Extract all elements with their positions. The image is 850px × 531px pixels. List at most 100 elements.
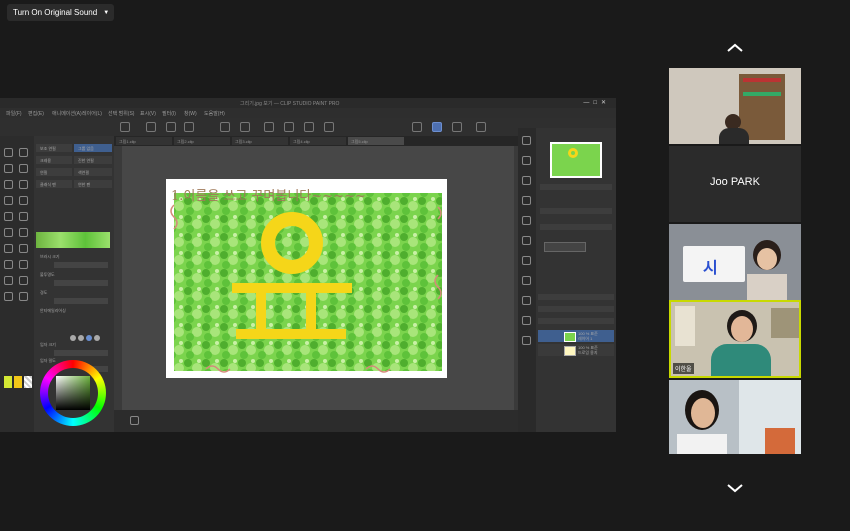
subtool-item[interactable]: 진한 연필 bbox=[74, 156, 112, 164]
history-icon[interactable] bbox=[522, 196, 531, 205]
transform-icon[interactable] bbox=[304, 122, 314, 132]
menu-item[interactable]: 도움말(H) bbox=[204, 110, 225, 117]
brush-icon[interactable] bbox=[412, 122, 422, 132]
hand-icon[interactable] bbox=[19, 148, 28, 157]
navigator-zoom-row[interactable] bbox=[540, 184, 612, 190]
participant-video-tile[interactable] bbox=[669, 380, 801, 454]
layer-toolbar[interactable] bbox=[538, 318, 614, 324]
effect-dropdown[interactable] bbox=[544, 242, 586, 252]
participant-video-tile[interactable]: 시 bbox=[669, 224, 801, 300]
setting-slider[interactable] bbox=[54, 262, 108, 268]
document-tab[interactable]: 그림4.clip bbox=[290, 137, 346, 145]
figure-icon[interactable] bbox=[19, 244, 28, 253]
operation-icon[interactable] bbox=[4, 164, 13, 173]
brush-tool-icon[interactable] bbox=[4, 212, 13, 221]
text-icon[interactable] bbox=[4, 276, 13, 285]
open-file-icon[interactable] bbox=[166, 122, 176, 132]
layer-property-row[interactable] bbox=[540, 224, 612, 230]
canvas-bottom-bar bbox=[114, 410, 518, 432]
pen-icon[interactable] bbox=[432, 122, 442, 132]
balloon-icon[interactable] bbox=[19, 276, 28, 285]
antialias-dots[interactable] bbox=[70, 328, 110, 341]
setting-slider[interactable] bbox=[54, 350, 108, 356]
color-square[interactable] bbox=[56, 376, 90, 410]
subtool-item[interactable]: 보조 연필 bbox=[36, 144, 72, 152]
auto-action-icon[interactable] bbox=[522, 276, 531, 285]
eraser-icon[interactable] bbox=[452, 122, 462, 132]
chevron-up-icon[interactable] bbox=[727, 40, 743, 52]
snap-icon[interactable] bbox=[476, 122, 486, 132]
drawing-artwork bbox=[170, 193, 442, 373]
subtool-item[interactable]: 연한 펜 bbox=[74, 180, 112, 188]
fill-tool-icon[interactable] bbox=[19, 228, 28, 237]
setting-slider[interactable] bbox=[54, 298, 108, 304]
original-sound-button[interactable]: Turn On Original Sound ▼ bbox=[7, 4, 115, 21]
eyedropper-icon[interactable] bbox=[19, 180, 28, 189]
menu-item[interactable]: 표시(V) bbox=[140, 110, 156, 117]
item-bank-icon[interactable] bbox=[522, 256, 531, 265]
layer-toolbar[interactable] bbox=[538, 294, 614, 300]
airbrush-icon[interactable] bbox=[19, 212, 28, 221]
blend-icon[interactable] bbox=[19, 292, 28, 301]
material-icon[interactable] bbox=[522, 216, 531, 225]
menu-item[interactable]: 애니메이션(A) bbox=[52, 110, 82, 117]
info-icon[interactable] bbox=[522, 176, 531, 185]
move-icon[interactable] bbox=[19, 164, 28, 173]
new-file-icon[interactable] bbox=[146, 122, 156, 132]
subview-icon[interactable] bbox=[522, 156, 531, 165]
caret-down-icon[interactable]: ▼ bbox=[103, 10, 109, 16]
active-speaker-tile[interactable]: 이한울 bbox=[669, 300, 801, 378]
subtool-item[interactable]: 크레용 bbox=[36, 156, 72, 164]
document-tab[interactable]: 그림3.clip bbox=[232, 137, 288, 145]
subtool-item[interactable]: 색연필 bbox=[74, 168, 112, 176]
transparent-swatch[interactable] bbox=[24, 376, 32, 388]
menu-item[interactable]: 선택 범위(S) bbox=[108, 110, 134, 117]
layer-toolbar[interactable] bbox=[538, 306, 614, 312]
layer-row-active[interactable]: 100 % 표준 레이어 1 bbox=[538, 330, 614, 342]
menu-item[interactable]: 파일(F) bbox=[6, 110, 22, 117]
document-tab[interactable]: 그림2.clip bbox=[174, 137, 230, 145]
pen-tool-icon[interactable] bbox=[4, 196, 13, 205]
frame-icon[interactable] bbox=[4, 260, 13, 269]
ruler-icon[interactable] bbox=[19, 260, 28, 269]
navigator-icon[interactable] bbox=[522, 136, 531, 145]
menu-item[interactable]: 편집(E) bbox=[28, 110, 44, 117]
selection-icon[interactable] bbox=[324, 122, 334, 132]
pencil-tool-icon[interactable] bbox=[19, 196, 28, 205]
palette-icon[interactable] bbox=[522, 236, 531, 245]
subtool-item[interactable]: 그룹 없음 bbox=[74, 144, 112, 152]
clear-icon[interactable] bbox=[264, 122, 274, 132]
navigator-toggle-icon[interactable] bbox=[130, 416, 139, 425]
document-tab[interactable]: 그림1.clip bbox=[116, 137, 172, 145]
menu-item[interactable]: 레이어(L) bbox=[82, 110, 102, 117]
participant-video-tile[interactable] bbox=[669, 68, 801, 144]
save-icon[interactable] bbox=[184, 122, 194, 132]
drawing-canvas[interactable]: 1.이름을 쓰고 꾸며봅니다~~~~~ bbox=[166, 179, 447, 378]
menu-item[interactable]: 필터(I) bbox=[162, 110, 176, 117]
search-layer-icon[interactable] bbox=[522, 316, 531, 325]
subtool-item[interactable]: 클래식 펜 bbox=[36, 180, 72, 188]
redo-icon[interactable] bbox=[240, 122, 250, 132]
sub-color-swatch[interactable] bbox=[14, 376, 22, 388]
eraser-tool-icon[interactable] bbox=[4, 228, 13, 237]
color-wheel[interactable] bbox=[40, 360, 106, 426]
fill-icon[interactable] bbox=[284, 122, 294, 132]
layer-row[interactable]: 100 % 표준 드로잉 용지 bbox=[538, 344, 614, 356]
chevron-down-icon[interactable] bbox=[727, 480, 743, 493]
line-correction-icon[interactable] bbox=[4, 292, 13, 301]
home-icon[interactable] bbox=[120, 122, 130, 132]
layer-property-icon[interactable] bbox=[522, 296, 531, 305]
main-color-swatch[interactable] bbox=[4, 376, 12, 388]
undo-icon[interactable] bbox=[220, 122, 230, 132]
gradient-icon[interactable] bbox=[4, 244, 13, 253]
navigator-thumbnail[interactable] bbox=[550, 142, 602, 178]
subtool-item[interactable]: 연필 bbox=[36, 168, 72, 176]
quick-access-icon[interactable] bbox=[522, 336, 531, 345]
menu-item[interactable]: 창(W) bbox=[184, 110, 197, 117]
zoom-icon[interactable] bbox=[4, 148, 13, 157]
setting-slider[interactable] bbox=[54, 280, 108, 286]
selection-tool-icon[interactable] bbox=[4, 180, 13, 189]
participant-name-tile[interactable]: Joo PARK bbox=[669, 146, 801, 222]
document-tabs: 그림1.clip 그림2.clip 그림3.clip 그림4.clip 그림5.… bbox=[114, 136, 518, 146]
document-tab-active[interactable]: 그림5.clip bbox=[348, 137, 404, 145]
